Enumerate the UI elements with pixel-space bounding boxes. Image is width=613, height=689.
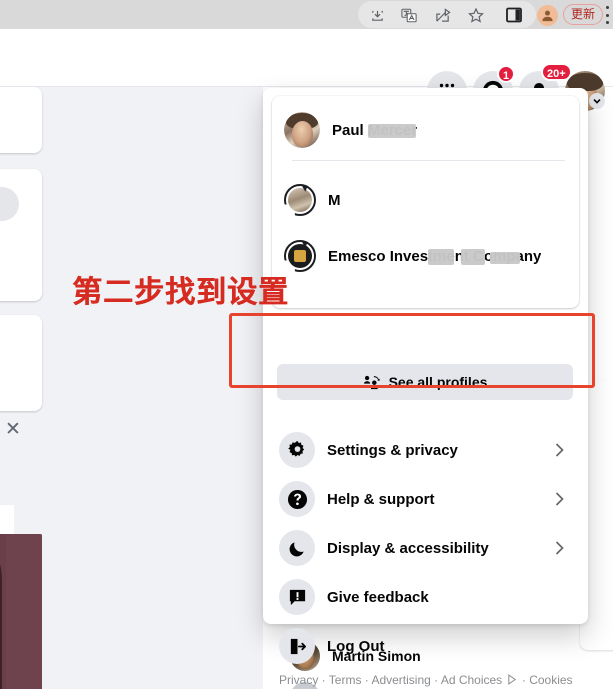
menu-item-log-out[interactable]: Log Out [271,622,580,670]
profile-name: Paul Mercer [332,122,417,139]
redaction-overlay [368,123,416,138]
chevron-right-icon [553,540,566,557]
browser-profile-icon[interactable] [536,4,558,26]
menu-item-label: Display & accessibility [327,539,489,557]
browser-profile-avatar [536,4,558,26]
bookmark-star-icon[interactable] [465,4,487,26]
chevron-down-icon[interactable] [589,93,605,109]
update-button[interactable]: 更新 [563,4,604,25]
redaction-overlay [461,248,485,265]
redaction-overlay [428,248,454,265]
kebab-menu-icon[interactable] [605,6,610,24]
menu-item-give-feedback[interactable]: Give feedback [271,573,580,621]
feed-column: ✕ [0,87,263,689]
menu-footer-links: Privacy · Terms · Advertising · Ad Choic… [279,673,575,689]
menu-item-help-support[interactable]: Help & support [271,475,580,523]
feed-card [0,87,42,153]
question-mark-icon [279,481,315,517]
profile-row-page[interactable]: Emesco Investment Company [272,228,579,284]
annotation-step-text: 第二步找到设置 [72,275,289,310]
annotation-highlight-box [229,313,595,388]
menu-item-display-accessibility[interactable]: Display & accessibility [271,524,580,572]
close-x-icon[interactable]: ✕ [0,417,26,443]
menu-item-label: Log Out [327,637,385,655]
side-panel-icon[interactable] [503,4,525,26]
logout-icon [279,628,315,664]
ad-choices-icon [507,674,518,689]
chevron-right-icon [553,491,566,508]
profile-row-main[interactable]: Paul Mercer [272,102,579,158]
redaction-overlay [490,251,520,264]
profile-row-switch[interactable]: M [272,172,579,228]
messenger-badge: 1 [497,65,516,83]
feed-card [0,315,42,411]
divider [292,160,565,161]
feedback-icon [279,579,315,615]
profile-name: M [328,192,341,209]
chevron-right-icon [553,442,566,459]
paul-mercer-avatar [284,112,320,148]
second-profile-avatar [284,182,316,216]
menu-item-label: Give feedback [327,588,429,606]
share-icon[interactable] [432,4,454,26]
feed-card-spacer [0,505,14,537]
profile-name: Emesco Investment Company [328,248,541,265]
menu-item-label: Help & support [327,490,435,508]
footer-links-line1[interactable]: Privacy · Terms · Advertising · Ad Choic… [279,673,502,687]
facebook-header: 1 20+ [0,29,613,111]
menu-item-label: Settings & privacy [327,441,458,459]
profiles-card: Paul Mercer M [272,96,579,308]
screenshot-root: 更新 ✕ 1 20+ Martin Simon Paul M Emesco Se… [0,0,613,689]
gear-icon [279,432,315,468]
download-icon[interactable] [366,4,388,26]
moon-icon [279,530,315,566]
feed-card [0,169,42,301]
feed-photo [0,534,42,689]
browser-toolbar: 更新 [0,0,613,29]
menu-item-settings-privacy[interactable]: Settings & privacy [271,426,580,474]
avatar [0,187,19,221]
translate-icon[interactable] [398,4,420,26]
